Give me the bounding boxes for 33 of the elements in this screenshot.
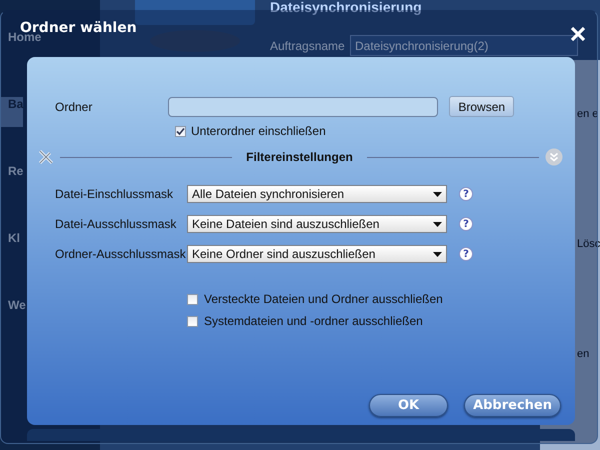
folder-label: Ordner [55, 100, 92, 114]
checkbox[interactable] [187, 294, 198, 304]
chevron-icon[interactable] [545, 148, 563, 166]
browse-button[interactable]: Browsen [449, 96, 514, 117]
caret-icon [433, 252, 442, 256]
dialog-button[interactable]: OK [369, 394, 448, 417]
caret-icon [433, 222, 442, 226]
checkbox[interactable] [175, 126, 186, 136]
help-button[interactable]: ? [459, 247, 473, 261]
folder-field[interactable] [168, 96, 438, 116]
dialog-button[interactable]: Abbrechen [464, 394, 561, 417]
filter-dropdown[interactable]: Keine Ordner sind auszuschließen [187, 245, 447, 263]
close-icon[interactable] [570, 26, 586, 42]
filter-dropdown[interactable]: Alle Dateien synchronisieren [187, 185, 447, 203]
filter-label: Datei-Ausschlussmask [55, 217, 178, 231]
filter-label: Datei-Einschlussmask [55, 187, 174, 201]
filter-label: Ordner-Ausschlussmask [55, 247, 187, 261]
checkbox[interactable] [187, 316, 198, 326]
field-label: Auftragsname [270, 39, 345, 53]
job-name-field[interactable]: Dateisynchronisierung(2) [350, 35, 578, 56]
dialog-title: Ordner wählen [20, 20, 137, 36]
partial-text: en [577, 348, 590, 360]
section-title: Filtereinstellungen [245, 150, 354, 164]
tools-icon [38, 149, 54, 165]
page-heading: Dateisynchronisierung [270, 0, 422, 15]
checkbox-label: Versteckte Dateien und Ordner ausschließen [204, 292, 443, 306]
checkbox-label: Unterordner einschließen [191, 124, 326, 138]
help-button[interactable]: ? [459, 217, 473, 231]
help-button[interactable]: ? [459, 187, 473, 201]
sidebar-item[interactable]: Ba [0, 97, 24, 127]
caret-icon [433, 192, 442, 196]
filter-dropdown[interactable]: Keine Dateien sind auszuschließen [187, 215, 447, 233]
checkbox-label: Systemdateien und -ordner ausschließen [204, 314, 423, 328]
